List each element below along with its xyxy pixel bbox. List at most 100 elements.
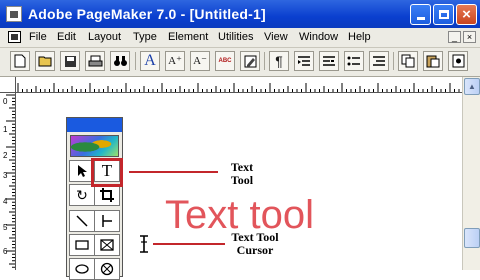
line-icon	[76, 215, 88, 227]
scrollbar-thumb[interactable]	[464, 228, 480, 248]
character-spec-button[interactable]: A	[140, 51, 160, 71]
styles-button[interactable]	[448, 51, 468, 71]
hyphenation-icon	[323, 55, 335, 66]
ruler-number: 4	[3, 197, 8, 206]
styles-icon	[452, 54, 464, 68]
font-size-down-button[interactable]: A⁻	[190, 51, 210, 71]
doc-close-button[interactable]: ×	[463, 31, 476, 43]
text-cursor-caption: Text Tool Cursor	[222, 231, 288, 257]
pointer-arrow-icon	[78, 165, 87, 177]
font-size-up-button[interactable]: A⁺	[165, 51, 185, 71]
menu-window[interactable]: Window	[299, 31, 338, 43]
crop-icon	[100, 188, 114, 202]
constrained-line-tool-button[interactable]	[94, 210, 120, 232]
open-button[interactable]	[35, 51, 55, 71]
menu-help[interactable]: Help	[348, 31, 371, 43]
minimize-button[interactable]	[410, 4, 431, 25]
text-tool-highlight	[91, 158, 123, 187]
main-toolbar: A A⁺ A⁻ ABC ¶	[0, 48, 480, 77]
toolbar-separator	[135, 52, 136, 70]
print-icon	[88, 55, 102, 66]
bullets-button[interactable]	[344, 51, 364, 71]
character-spec-icon: A	[144, 52, 156, 69]
toolbox-title-bar[interactable]	[67, 118, 122, 132]
indents-tabs-button[interactable]	[294, 51, 314, 71]
window-title: Adobe PageMaker 7.0 - [Untitled-1]	[28, 6, 266, 22]
menu-layout[interactable]: Layout	[88, 31, 121, 43]
ruler-number: 1	[3, 125, 8, 134]
menu-element[interactable]: Element	[168, 31, 208, 43]
ellipse-tool-button[interactable]	[69, 258, 95, 280]
maximize-button[interactable]	[433, 4, 454, 25]
indents-tabs-icon	[298, 55, 310, 66]
bullets-icon	[347, 56, 360, 65]
paragraph-button[interactable]: ¶	[269, 51, 289, 71]
ellipse-frame-icon	[100, 262, 114, 276]
edit-story-button[interactable]	[240, 51, 260, 71]
new-document-button[interactable]	[10, 51, 30, 71]
ruler-number: 5	[3, 223, 8, 232]
crop-tool-button[interactable]	[94, 184, 120, 206]
font-size-up-icon: A⁺	[168, 54, 182, 67]
ruler-number: 3	[3, 171, 8, 180]
rotate-tool-button[interactable]: ↻	[69, 184, 95, 206]
find-binoculars-icon	[113, 56, 127, 66]
vertical-ruler[interactable]: 0 1 2 3 4 5 6	[0, 93, 16, 270]
menu-type[interactable]: Type	[133, 31, 157, 43]
maximize-icon	[438, 10, 449, 19]
save-icon	[64, 55, 76, 67]
save-button[interactable]	[60, 51, 80, 71]
menu-view[interactable]: View	[264, 31, 288, 43]
text-cursor-caption-line: Cursor	[236, 243, 274, 257]
edit-story-icon	[244, 55, 256, 67]
pagemaker-app-icon[interactable]	[6, 6, 22, 22]
spell-check-button[interactable]: ABC	[215, 51, 235, 71]
numbering-button[interactable]	[369, 51, 389, 71]
horizontal-ruler-ticks	[17, 83, 464, 92]
paragraph-icon: ¶	[275, 53, 283, 69]
line-tool-button[interactable]	[69, 210, 95, 232]
scroll-up-icon: ▲	[468, 82, 476, 91]
spell-check-icon: ABC	[218, 58, 232, 64]
text-cursor-icon	[140, 235, 148, 253]
menu-bar: File Edit Layout Type Element Utilities …	[0, 28, 480, 48]
paste-button[interactable]	[423, 51, 443, 71]
ruler-number: 2	[3, 151, 8, 160]
text-tool-caption-line: Tool	[230, 173, 254, 187]
rotate-icon: ↻	[76, 186, 88, 203]
toolbar-separator	[393, 52, 394, 70]
horizontal-ruler[interactable]	[16, 77, 467, 93]
ellipse-frame-tool-button[interactable]	[94, 258, 120, 280]
window-title-bar[interactable]: Adobe PageMaker 7.0 - [Untitled-1] ×	[0, 0, 480, 28]
scroll-up-button[interactable]: ▲	[464, 78, 480, 95]
find-button[interactable]	[110, 51, 130, 71]
font-size-down-icon: A⁻	[193, 54, 207, 67]
ruler-origin[interactable]	[0, 77, 16, 93]
menu-edit[interactable]: Edit	[57, 31, 76, 43]
vertical-scrollbar[interactable]: ▲	[462, 77, 480, 270]
constrained-line-icon	[102, 215, 112, 227]
rectangle-icon	[75, 240, 89, 250]
rectangle-tool-button[interactable]	[69, 234, 95, 256]
hyphenation-button[interactable]	[319, 51, 339, 71]
minimize-icon	[416, 17, 425, 20]
text-tool-caption: Text Tool	[222, 161, 262, 187]
rectangle-frame-icon	[100, 239, 114, 251]
ruler-number: 0	[3, 97, 8, 106]
document-icon[interactable]	[8, 31, 21, 43]
numbering-icon	[373, 55, 385, 66]
toolbox-image-preview	[70, 135, 119, 157]
doc-minimize-button[interactable]: _	[448, 31, 461, 43]
copy-button[interactable]	[398, 51, 418, 71]
close-button[interactable]: ×	[456, 4, 477, 25]
rectangle-frame-tool-button[interactable]	[94, 234, 120, 256]
open-folder-icon	[38, 56, 51, 67]
ellipse-icon	[75, 264, 89, 274]
menu-file[interactable]: File	[29, 31, 47, 43]
vertical-ruler-ticks	[6, 94, 15, 268]
new-document-icon	[14, 54, 26, 68]
print-button[interactable]	[85, 51, 105, 71]
menu-utilities[interactable]: Utilities	[218, 31, 253, 43]
copy-icon	[401, 54, 415, 68]
text-cursor-callout-line	[153, 243, 225, 245]
